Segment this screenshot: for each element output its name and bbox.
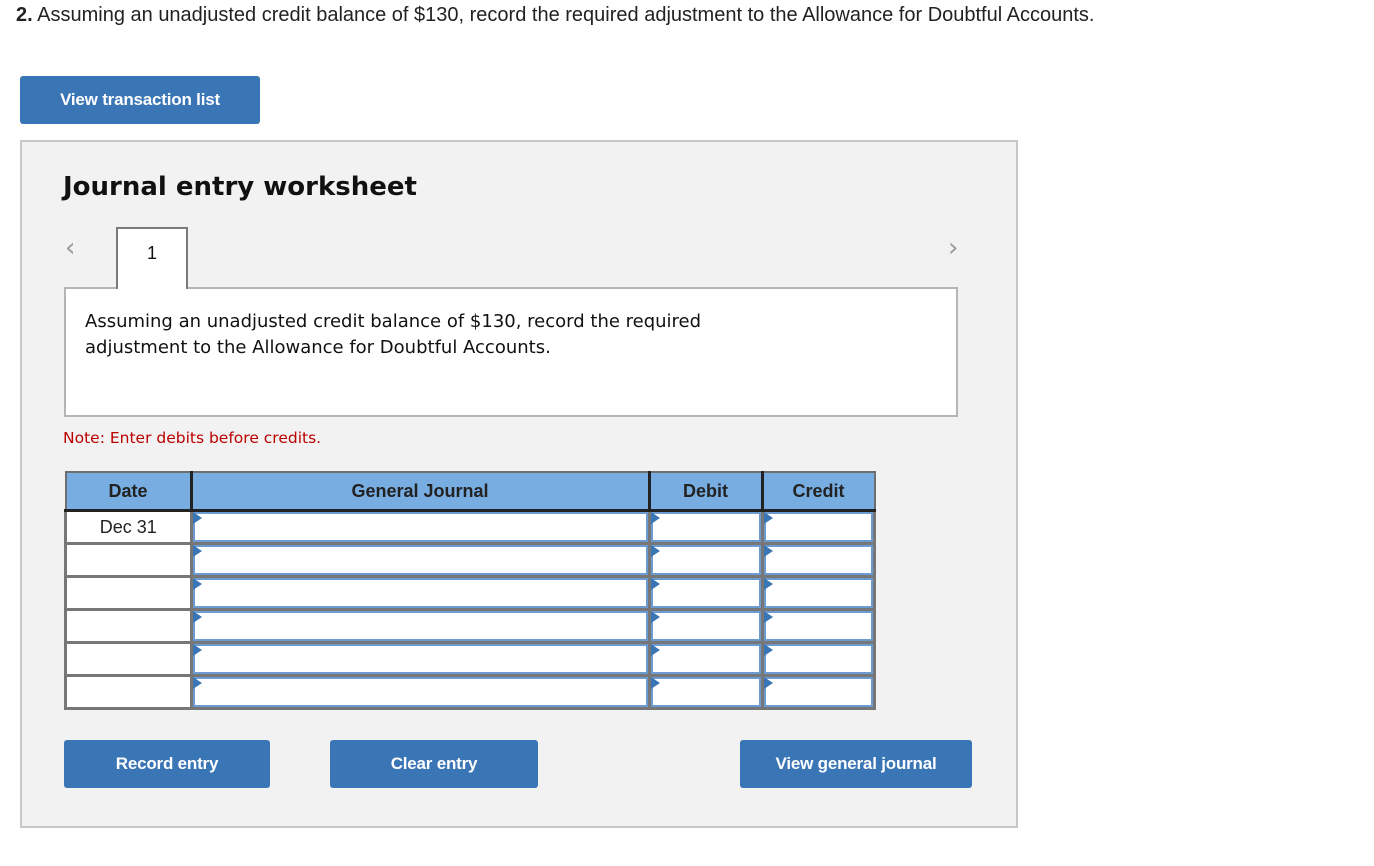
view-transaction-list-button[interactable]: View transaction list bbox=[20, 76, 260, 124]
tab-entry-1[interactable]: 1 bbox=[116, 227, 188, 289]
view-general-journal-button[interactable]: View general journal bbox=[740, 740, 972, 788]
debit-cell bbox=[647, 542, 764, 578]
table-row bbox=[64, 641, 876, 677]
account-cell bbox=[189, 575, 651, 611]
debit-input[interactable] bbox=[650, 611, 761, 641]
debit-input[interactable] bbox=[650, 512, 761, 542]
table-row bbox=[64, 542, 876, 578]
date-cell bbox=[64, 575, 193, 611]
date-cell bbox=[64, 641, 193, 677]
account-input[interactable] bbox=[192, 545, 648, 575]
account-input[interactable] bbox=[192, 677, 648, 707]
question-text: 2. Assuming an unadjusted credit balance… bbox=[16, 4, 1094, 27]
date-cell bbox=[64, 674, 193, 710]
table-row: Dec 31 bbox=[64, 509, 876, 545]
question-number: 2. bbox=[16, 4, 33, 26]
credit-input[interactable] bbox=[763, 545, 873, 575]
account-input[interactable] bbox=[192, 611, 648, 641]
debit-cell bbox=[647, 608, 764, 644]
entry-description-box: Assuming an unadjusted credit balance of… bbox=[64, 287, 958, 417]
entry-description: Assuming an unadjusted credit balance of… bbox=[85, 311, 702, 358]
chevron-left-icon[interactable]: ‹ bbox=[65, 235, 75, 261]
account-cell bbox=[189, 542, 651, 578]
worksheet-title: Journal entry worksheet bbox=[63, 172, 417, 202]
record-entry-button[interactable]: Record entry bbox=[64, 740, 270, 788]
table-row bbox=[64, 608, 876, 644]
date-cell bbox=[64, 608, 193, 644]
credit-cell bbox=[760, 575, 876, 611]
debit-input[interactable] bbox=[650, 677, 761, 707]
credit-input[interactable] bbox=[763, 644, 873, 674]
journal-entry-worksheet-panel: Journal entry worksheet ‹ › 1 Assuming a… bbox=[20, 140, 1018, 828]
question-body: Assuming an unadjusted credit balance of… bbox=[37, 4, 1095, 26]
date-cell: Dec 31 bbox=[64, 509, 193, 545]
credit-cell bbox=[760, 509, 876, 545]
note-text: Note: Enter debits before credits. bbox=[63, 429, 322, 447]
debit-cell bbox=[647, 674, 764, 710]
debit-cell bbox=[647, 641, 764, 677]
journal-table: Date General Journal Debit Credit Dec 31 bbox=[64, 471, 876, 710]
credit-input[interactable] bbox=[763, 611, 873, 641]
table-row bbox=[64, 575, 876, 611]
header-credit: Credit bbox=[760, 472, 875, 512]
credit-input[interactable] bbox=[763, 677, 873, 707]
header-debit: Debit bbox=[647, 472, 764, 512]
account-cell bbox=[189, 674, 651, 710]
account-cell bbox=[189, 641, 651, 677]
debit-input[interactable] bbox=[650, 578, 761, 608]
credit-cell bbox=[760, 674, 876, 710]
credit-input[interactable] bbox=[763, 512, 873, 542]
account-input[interactable] bbox=[192, 578, 648, 608]
credit-input[interactable] bbox=[763, 578, 873, 608]
debit-input[interactable] bbox=[650, 644, 761, 674]
chevron-right-icon[interactable]: › bbox=[948, 235, 958, 261]
debit-input[interactable] bbox=[650, 545, 761, 575]
table-row bbox=[64, 674, 876, 710]
debit-cell bbox=[647, 509, 764, 545]
debit-cell bbox=[647, 575, 764, 611]
account-input[interactable] bbox=[192, 644, 648, 674]
account-cell bbox=[189, 509, 651, 545]
credit-cell bbox=[760, 608, 876, 644]
header-date: Date bbox=[65, 472, 193, 512]
credit-cell bbox=[760, 542, 876, 578]
header-general-journal: General Journal bbox=[189, 472, 651, 512]
date-cell bbox=[64, 542, 193, 578]
clear-entry-button[interactable]: Clear entry bbox=[330, 740, 538, 788]
account-cell bbox=[189, 608, 651, 644]
account-input[interactable] bbox=[192, 512, 648, 542]
credit-cell bbox=[760, 641, 876, 677]
table-header-row: Date General Journal Debit Credit bbox=[65, 472, 875, 512]
